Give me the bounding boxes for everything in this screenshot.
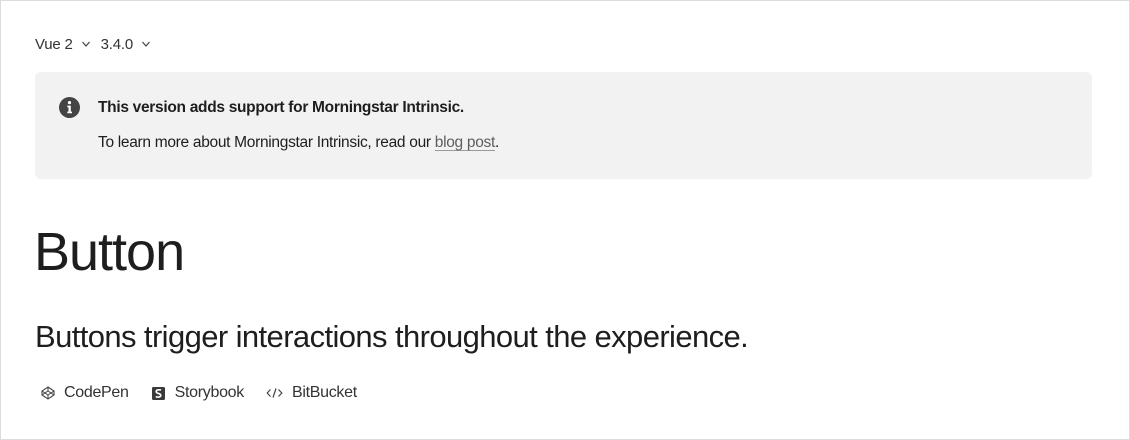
chevron-down-icon bbox=[141, 39, 151, 49]
blog-post-link[interactable]: blog post bbox=[435, 134, 496, 151]
chevron-down-icon bbox=[81, 39, 91, 49]
code-icon bbox=[266, 387, 283, 399]
storybook-icon bbox=[151, 386, 166, 401]
codepen-icon bbox=[41, 386, 55, 400]
notice-title: This version adds support for Morningsta… bbox=[98, 99, 464, 116]
page-title: Button bbox=[34, 222, 185, 282]
resource-links: CodePen Storybook BitBucket bbox=[41, 384, 379, 402]
storybook-link-label: Storybook bbox=[174, 384, 245, 401]
version-selector-label: 3.4.0 bbox=[100, 35, 134, 53]
framework-selector-label: Vue 2 bbox=[35, 35, 73, 53]
version-bar: Vue 2 3.4.0 bbox=[35, 33, 161, 55]
notice-body-suffix: . bbox=[494, 134, 499, 151]
page-description: Buttons trigger interactions throughout … bbox=[35, 319, 749, 354]
codepen-link-label: CodePen bbox=[64, 384, 129, 401]
page-frame: Vue 2 3.4.0 This version adds support fo… bbox=[0, 0, 1130, 440]
version-notice: This version adds support for Morningsta… bbox=[35, 72, 1092, 179]
notice-body: To learn more about Morningstar Intrinsi… bbox=[98, 134, 499, 152]
info-circle-icon bbox=[59, 97, 80, 118]
codepen-link[interactable]: CodePen bbox=[41, 384, 129, 402]
framework-selector[interactable]: Vue 2 bbox=[35, 36, 91, 53]
bitbucket-link[interactable]: BitBucket bbox=[266, 384, 357, 402]
bitbucket-link-label: BitBucket bbox=[291, 384, 357, 401]
notice-body-text: To learn more about Morningstar Intrinsi… bbox=[98, 134, 435, 151]
version-selector[interactable]: 3.4.0 bbox=[101, 36, 151, 53]
storybook-link[interactable]: Storybook bbox=[151, 384, 244, 402]
